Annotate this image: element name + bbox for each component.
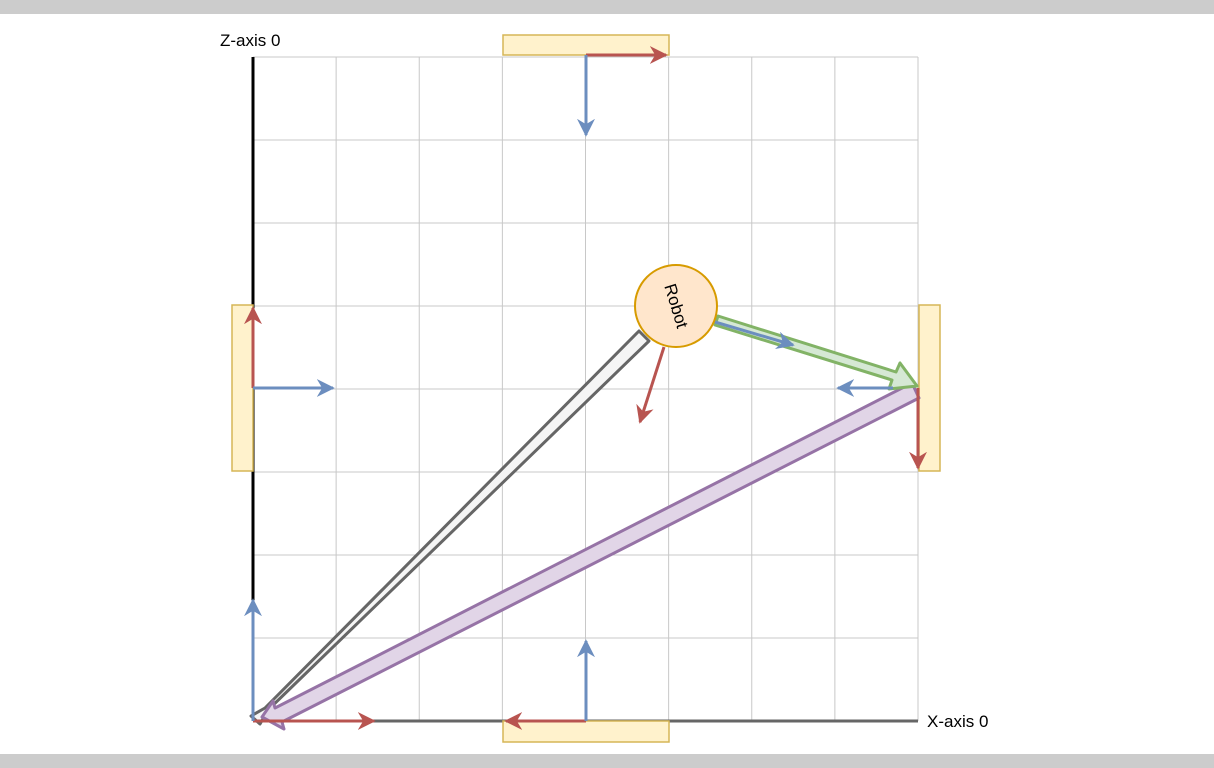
bottom-marker-axes <box>504 639 595 730</box>
coordinate-diagram: Z-axis 0 X-axis 0 Robot <box>220 31 988 743</box>
x-axis-label: X-axis 0 <box>927 712 988 731</box>
diagram-canvas: Z-axis 0 X-axis 0 Robot <box>0 14 1214 754</box>
right-marker-to-origin-arrow[interactable] <box>260 381 921 731</box>
robot-to-right-marker-arrow[interactable] <box>713 314 919 391</box>
marker-right[interactable] <box>918 304 941 472</box>
marker-top[interactable] <box>502 34 670 56</box>
robot-red-arrow <box>636 346 666 424</box>
marker-bottom[interactable] <box>502 720 670 743</box>
left-marker-axes <box>244 306 335 397</box>
robot-blue-arrow <box>714 320 795 350</box>
robot-to-origin-arrow[interactable] <box>249 329 651 726</box>
z-axis-label: Z-axis 0 <box>220 31 280 50</box>
robot[interactable]: Robot <box>634 264 718 348</box>
top-marker-axes <box>577 46 668 137</box>
marker-left[interactable] <box>231 304 254 472</box>
